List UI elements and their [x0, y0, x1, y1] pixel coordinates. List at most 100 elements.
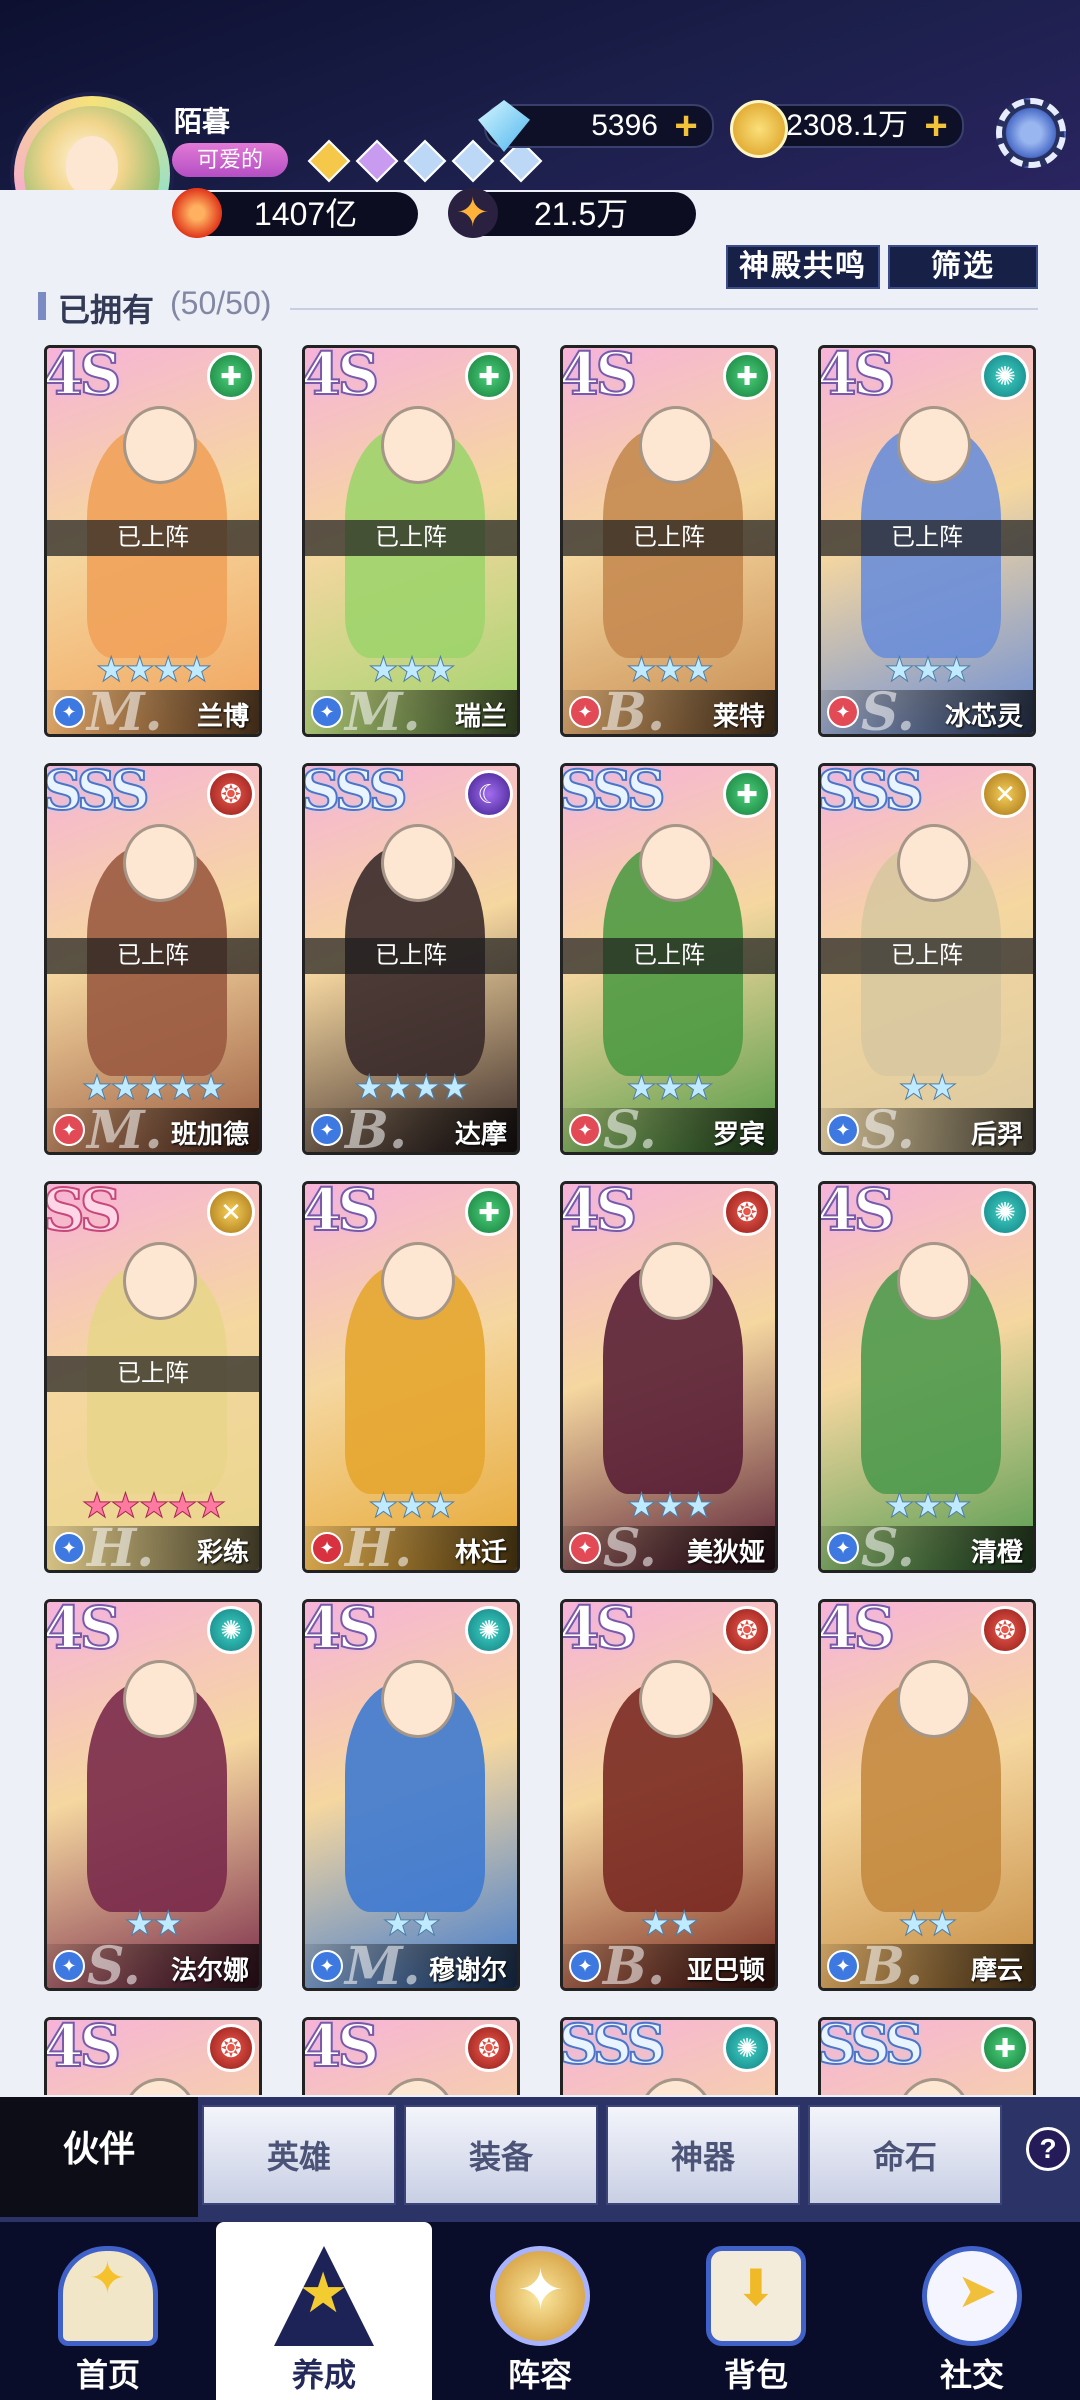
red-element-icon: ❂: [207, 770, 255, 818]
hero-face: [639, 824, 713, 902]
class-icon: ✦: [827, 1532, 859, 1564]
grade-letter: M.: [345, 1936, 421, 1991]
card-footer: ✦ M. 瑞兰: [305, 682, 517, 734]
card-footer: ✦ M. 兰博: [47, 682, 259, 734]
class-icon: ✦: [53, 1114, 85, 1146]
card-footer: ✦ S. 罗宾: [563, 1100, 775, 1152]
rarity-badge: 4S: [560, 1181, 638, 1245]
resonance-button[interactable]: 神殿共鸣: [726, 245, 880, 289]
hero-card[interactable]: SSS ☾ 已上阵 ★★★★ ✦ B. 达摩: [302, 763, 520, 1155]
hero-card[interactable]: SSS ✚: [818, 2017, 1036, 2095]
nav-lineup-label: 阵容: [507, 2357, 572, 2393]
hero-card[interactable]: 4S ❂ ★★ ✦ B. 摩云: [818, 1599, 1036, 1991]
rarity-badge: SSS: [302, 763, 409, 823]
rarity-badge: SS: [44, 1181, 122, 1245]
bottom-navigation: 首页 养成 阵容 背包 社交: [0, 2222, 1080, 2400]
star-icon: ★: [410, 1069, 442, 1108]
rarity-badge: SSS: [560, 2017, 667, 2077]
hero-card[interactable]: 4S ❂ ★★★ ✦ S. 美狄娅: [560, 1181, 778, 1573]
star-currency-icon: [448, 188, 498, 238]
hero-name: 清橙: [970, 1537, 1023, 1567]
star-stat-pill: 21.5万: [448, 188, 696, 238]
red-element-icon: ❂: [981, 1606, 1029, 1654]
hero-card[interactable]: 4S ❂: [302, 2017, 520, 2095]
hero-card[interactable]: 4S ✚ 已上阵 ★★★★ ✦ M. 兰博: [44, 345, 262, 737]
nav-train[interactable]: 养成: [216, 2222, 432, 2400]
hero-face: [381, 824, 455, 902]
star-icon: ★: [683, 1487, 715, 1526]
tab-equipment[interactable]: 装备: [404, 2105, 598, 2205]
nav-social-label: 社交: [939, 2357, 1004, 2393]
rarity-badge: SSS: [818, 2017, 925, 2077]
class-icon: ✦: [569, 1950, 601, 1982]
class-icon: ✦: [569, 696, 601, 728]
hero-card[interactable]: SSS ✚ 已上阵 ★★★ ✦ S. 罗宾: [560, 763, 778, 1155]
gold-counter: 2308.1万 +: [730, 100, 964, 158]
sub-tab-bar: 伙伴 英雄 装备 神器 命石 ?: [0, 2097, 1080, 2222]
star-text: 21.5万: [534, 196, 629, 232]
silver-star-icon: [451, 139, 495, 183]
gear-icon[interactable]: [996, 98, 1066, 168]
hero-card[interactable]: 4S ✚ ★★★ ✦ H. 林迁: [302, 1181, 520, 1573]
hero-face: [639, 2078, 713, 2095]
hero-card[interactable]: 4S ✚ 已上阵 ★★★ ✦ M. 瑞兰: [302, 345, 520, 737]
hero-face: [381, 406, 455, 484]
username: 陌暮: [174, 106, 231, 137]
diamond-value: 5396: [591, 109, 658, 142]
silver-star-icon: [403, 139, 447, 183]
grade-letter: S.: [861, 1518, 915, 1573]
star-icon: ★: [195, 1069, 227, 1108]
section-divider: [290, 308, 1038, 310]
rarity-badge: 4S: [302, 2017, 380, 2081]
hero-card[interactable]: SSS ✕ 已上阵 ★★ ✦ S. 后羿: [818, 763, 1036, 1155]
add-diamond-button[interactable]: +: [666, 106, 706, 146]
hero-name: 班加德: [170, 1119, 249, 1149]
rarity-badge: 4S: [302, 1181, 380, 1245]
class-icon: ✦: [827, 1114, 859, 1146]
deployed-tag: 已上阵: [821, 520, 1033, 556]
hero-card[interactable]: 4S ✺ ★★★ ✦ S. 清橙: [818, 1181, 1036, 1573]
filter-button[interactable]: 筛选: [888, 245, 1038, 289]
hero-card[interactable]: SSS ❂ 已上阵 ★★★★★ ✦ M. 班加德: [44, 763, 262, 1155]
gold-element-icon: ✕: [981, 770, 1029, 818]
hero-card[interactable]: 4S ❂ ★★ ✦ B. 亚巴顿: [560, 1599, 778, 1991]
star-rating: ★★: [563, 1904, 775, 1944]
avatar[interactable]: [14, 96, 170, 190]
tab-fate-stones[interactable]: 命石: [808, 2105, 1002, 2205]
tab-artifacts[interactable]: 神器: [606, 2105, 800, 2205]
hero-card[interactable]: SS ✕ 已上阵 ★★★★★ ✦ H. 彩练: [44, 1181, 262, 1573]
star-icon: ★: [941, 1487, 973, 1526]
card-footer: ✦ M. 班加德: [47, 1100, 259, 1152]
help-button[interactable]: ?: [1026, 2127, 1070, 2171]
deployed-tag: 已上阵: [47, 938, 259, 974]
card-footer: ✦ B. 达摩: [305, 1100, 517, 1152]
grade-letter: S.: [603, 1518, 657, 1573]
tab-heroes[interactable]: 英雄: [202, 2105, 396, 2205]
nav-home[interactable]: 首页: [0, 2222, 216, 2400]
card-footer: ✦ S. 法尔娜: [47, 1936, 259, 1988]
add-gold-button[interactable]: +: [916, 106, 956, 146]
nav-social[interactable]: 社交: [864, 2222, 1080, 2400]
card-footer: ✦ S. 美狄娅: [563, 1518, 775, 1570]
grade-letter: M.: [87, 682, 163, 737]
hero-card[interactable]: SSS ✺: [560, 2017, 778, 2095]
title-badge[interactable]: 可爱的: [172, 143, 288, 177]
hero-face: [897, 1242, 971, 1320]
nav-bag[interactable]: 背包: [648, 2222, 864, 2400]
rarity-badge: 4S: [44, 2017, 122, 2081]
nav-lineup[interactable]: 阵容: [432, 2222, 648, 2400]
home-icon: [58, 2246, 158, 2346]
hero-card[interactable]: 4S ✚ 已上阵 ★★★ ✦ B. 莱特: [560, 345, 778, 737]
card-footer: ✦ H. 林迁: [305, 1518, 517, 1570]
hero-card[interactable]: 4S ❂: [44, 2017, 262, 2095]
grade-letter: S.: [861, 682, 915, 737]
card-footer: ✦ B. 亚巴顿: [563, 1936, 775, 1988]
star-icon: ★: [654, 1487, 686, 1526]
hero-card[interactable]: 4S ✺ ★★ ✦ S. 法尔娜: [44, 1599, 262, 1991]
violet-star-icon: [355, 139, 399, 183]
tab-partners[interactable]: 伙伴: [0, 2097, 198, 2217]
hero-card[interactable]: 4S ✺ 已上阵 ★★★ ✦ S. 冰芯灵: [818, 345, 1036, 737]
hero-card[interactable]: 4S ✺ ★★ ✦ M. 穆谢尔: [302, 1599, 520, 1991]
hero-face: [897, 1660, 971, 1738]
star-rating: ★★★: [563, 1068, 775, 1108]
